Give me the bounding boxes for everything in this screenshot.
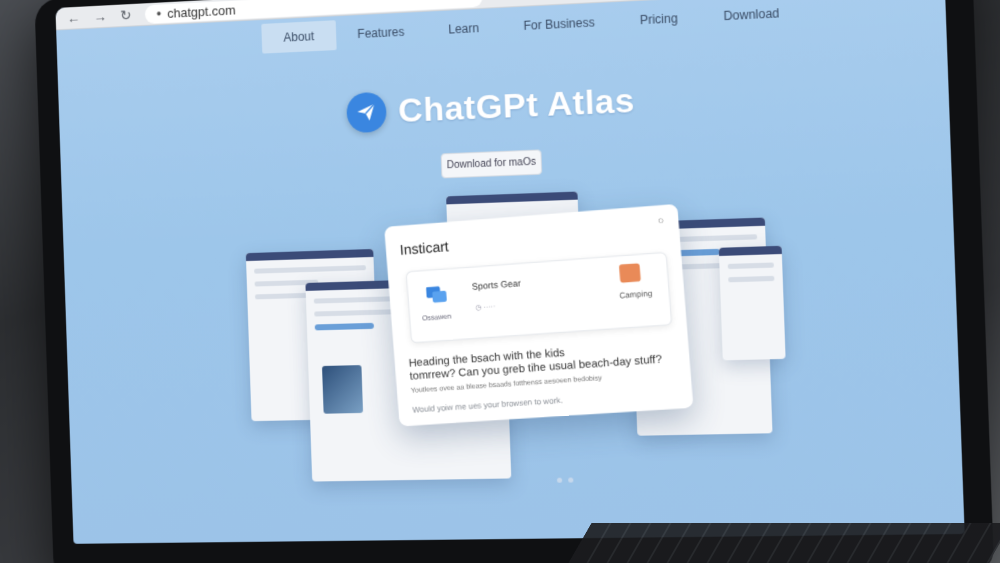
nav-learn[interactable]: Learn [426, 12, 502, 46]
user-icon[interactable]: ○ [657, 215, 664, 227]
laptop-frame: ← → ↻ ● chatgpt.com About Features Learn… [34, 0, 995, 563]
url-text: chatgpt.com [166, 2, 236, 21]
carousel-dots[interactable] [556, 477, 574, 483]
assistant-card: Insticart ○ Ossawen Sports Gear ◷ ····· … [384, 203, 694, 427]
item-title: Sports Gear [471, 278, 522, 292]
arrow-right-icon[interactable]: → [93, 8, 107, 24]
product-card[interactable]: Ossawen Sports Gear ◷ ····· Camping [405, 251, 673, 344]
hero: ChatGPt Atlas [59, 66, 950, 145]
page-title: ChatGPt Atlas [397, 81, 636, 130]
nav-download[interactable]: Download [700, 0, 803, 33]
carousel-dot[interactable] [556, 477, 563, 483]
card-title: Insticart [399, 238, 450, 258]
reload-icon[interactable]: ↻ [120, 7, 132, 24]
lock-icon: ● [156, 8, 162, 19]
keyboard [568, 523, 1000, 563]
download-button[interactable]: Download for maOs [440, 149, 543, 179]
shopping-basket-icon [618, 263, 641, 283]
background-window [718, 245, 786, 361]
nav-features[interactable]: Features [335, 16, 427, 50]
nav-for-business[interactable]: For Business [501, 6, 618, 42]
chat-bubbles-icon [425, 286, 447, 303]
browser-window: ← → ↻ ● chatgpt.com About Features Learn… [55, 0, 965, 544]
paper-plane-icon [346, 91, 388, 134]
nav-pricing[interactable]: Pricing [617, 2, 701, 37]
nav-about[interactable]: About [261, 20, 337, 54]
clock-icon: ◷ ····· [475, 303, 496, 312]
carousel-dot[interactable] [568, 477, 574, 483]
prompt-footer: Would yoiw me ues your browsen to work. [412, 395, 564, 415]
item-left-label: Ossawen [421, 313, 452, 323]
arrow-left-icon[interactable]: ← [67, 10, 81, 26]
item-right-label: Camping [618, 288, 653, 301]
